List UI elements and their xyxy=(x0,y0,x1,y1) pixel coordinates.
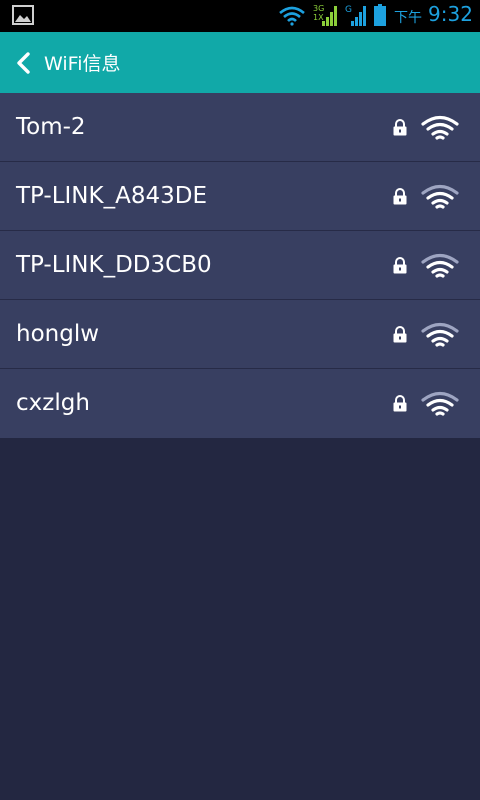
network-ssid: TP-LINK_A843DE xyxy=(16,183,207,209)
status-time: 9:32 xyxy=(428,2,473,26)
wifi-network-list: Tom-2 TP-LINK_A843DE TP-LINK_DD3CB0 hong… xyxy=(0,93,480,438)
wifi-signal-medium-icon xyxy=(421,391,459,416)
wifi-network-item[interactable]: TP-LINK_A843DE xyxy=(0,162,480,231)
wifi-network-item[interactable]: honglw xyxy=(0,300,480,369)
page-title: WiFi信息 xyxy=(44,53,121,75)
lock-icon xyxy=(393,188,407,205)
wifi-signal-strong-icon xyxy=(421,115,459,140)
svg-text:3G: 3G xyxy=(313,4,324,13)
chevron-left-icon xyxy=(17,51,30,74)
lock-icon xyxy=(393,326,407,343)
wifi-network-item[interactable]: Tom-2 xyxy=(0,93,480,162)
gallery-icon xyxy=(12,5,34,25)
wifi-network-item[interactable]: TP-LINK_DD3CB0 xyxy=(0,231,480,300)
wifi-network-item[interactable]: cxzlgh xyxy=(0,369,480,438)
lock-icon xyxy=(393,119,407,136)
cell-signal-3g-icon: 3G 1X xyxy=(313,4,337,26)
back-button[interactable]: WiFi信息 xyxy=(14,32,120,93)
app-header: WiFi信息 xyxy=(0,32,480,93)
wifi-signal-medium-icon xyxy=(421,322,459,347)
network-ssid: honglw xyxy=(16,321,100,347)
network-ssid: cxzlgh xyxy=(16,390,90,416)
status-ampm: 下午 xyxy=(394,10,422,26)
lock-icon xyxy=(393,257,407,274)
svg-text:1X: 1X xyxy=(313,13,324,22)
wifi-signal-medium-icon xyxy=(421,253,459,278)
wifi-icon xyxy=(279,6,305,26)
network-ssid: Tom-2 xyxy=(16,114,86,140)
lock-icon xyxy=(393,395,407,412)
cell-signal-g-icon: G xyxy=(345,5,366,26)
battery-icon xyxy=(374,4,386,26)
status-bar: 3G 1X G 下午 9:32 xyxy=(0,0,480,32)
wifi-signal-medium-icon xyxy=(421,184,459,209)
network-ssid: TP-LINK_DD3CB0 xyxy=(16,252,212,278)
svg-text:G: G xyxy=(345,5,352,15)
